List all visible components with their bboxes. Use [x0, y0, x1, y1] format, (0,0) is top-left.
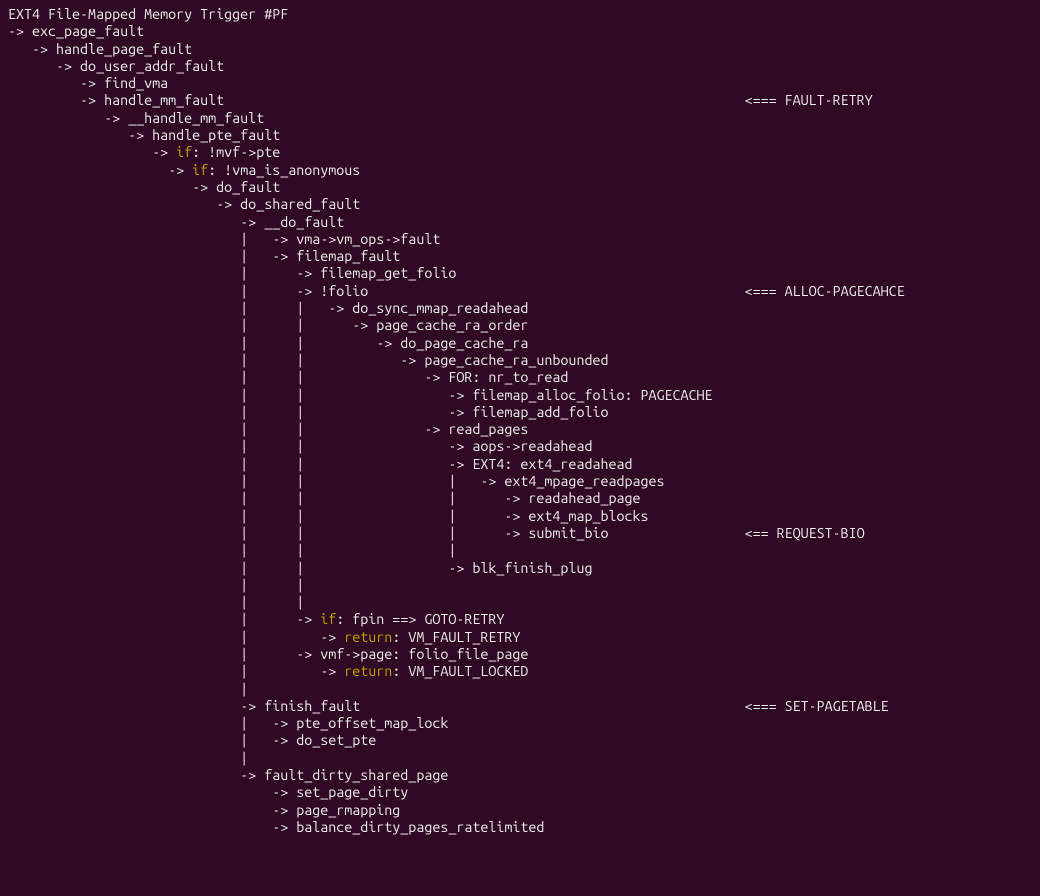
- code-block: EXT4 File-Mapped Memory Trigger #PF -> e…: [0, 0, 1040, 836]
- code-line: -> __do_fault: [8, 214, 344, 230]
- code-line: | -> filemap_get_folio: [8, 265, 456, 281]
- code-line: -> page_rmapping: [8, 802, 400, 818]
- code-line: -> if: !mvf->pte: [8, 144, 280, 160]
- code-line: | | -> do_page_cache_ra: [8, 335, 528, 351]
- code-line: -> handle_page_fault: [8, 41, 192, 57]
- code-line: | -> !folio <=== ALLOC-PAGECAHCE: [8, 283, 905, 299]
- code-line: | |: [8, 594, 304, 610]
- code-line: | -> if: fpin ==> GOTO-RETRY: [8, 611, 504, 627]
- code-line: -> balance_dirty_pages_ratelimited: [8, 819, 544, 835]
- code-line: -> __handle_mm_fault: [8, 110, 264, 126]
- code-line: | -> pte_offset_map_lock: [8, 715, 448, 731]
- code-line: | -> return: VM_FAULT_RETRY: [8, 629, 520, 645]
- code-line: | | -> page_cache_ra_unbounded: [8, 352, 608, 368]
- code-line: | | | -> ext4_mpage_readpages: [8, 473, 665, 489]
- code-line: | | -> EXT4: ext4_readahead: [8, 456, 632, 472]
- code-line: | | -> filemap_add_folio: [8, 404, 608, 420]
- code-line: | | -> aops->readahead: [8, 438, 592, 454]
- code-line: | | -> read_pages: [8, 421, 528, 437]
- code-line: | | -> blk_finish_plug: [8, 560, 592, 576]
- code-line: | -> filemap_fault: [8, 248, 400, 264]
- code-line: -> set_page_dirty: [8, 784, 408, 800]
- code-line: -> finish_fault <=== SET-PAGETABLE: [8, 698, 889, 714]
- code-line: -> find_vma: [8, 75, 168, 91]
- code-line: -> do_shared_fault: [8, 196, 360, 212]
- code-line: -> fault_dirty_shared_page: [8, 767, 448, 783]
- code-line: | | -> page_cache_ra_order: [8, 317, 528, 333]
- code-line: | | -> do_sync_mmap_readahead: [8, 300, 528, 316]
- code-line: | -> vma->vm_ops->fault: [8, 231, 440, 247]
- code-line: | |: [8, 577, 304, 593]
- code-line: | | -> filemap_alloc_folio: PAGECACHE: [8, 387, 713, 403]
- code-line: | | | -> readahead_page: [8, 490, 641, 506]
- code-line: | | | -> submit_bio <== REQUEST-BIO: [8, 525, 865, 541]
- code-line: EXT4 File-Mapped Memory Trigger #PF: [8, 6, 288, 22]
- code-line: -> if: !vma_is_anonymous: [8, 162, 360, 178]
- code-line: |: [8, 681, 248, 697]
- code-line: |: [8, 750, 248, 766]
- code-line: -> do_user_addr_fault: [8, 58, 224, 74]
- code-line: -> exc_page_fault: [8, 23, 144, 39]
- code-line: | -> vmf->page: folio_file_page: [8, 646, 528, 662]
- code-line: | -> do_set_pte: [8, 732, 376, 748]
- code-line: | -> return: VM_FAULT_LOCKED: [8, 663, 528, 679]
- code-line: -> handle_pte_fault: [8, 127, 280, 143]
- code-line: -> handle_mm_fault <=== FAULT-RETRY: [8, 92, 873, 108]
- code-line: | | -> FOR: nr_to_read: [8, 369, 568, 385]
- code-line: | | |: [8, 542, 456, 558]
- code-line: | | | -> ext4_map_blocks: [8, 508, 649, 524]
- code-line: -> do_fault: [8, 179, 280, 195]
